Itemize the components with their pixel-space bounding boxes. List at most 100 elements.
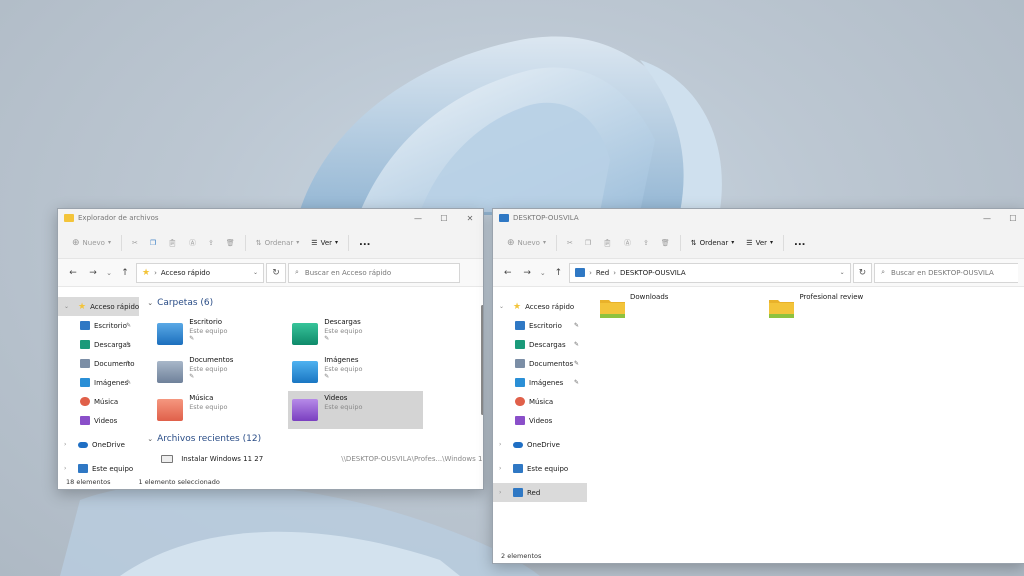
close-button[interactable]: ✕ [457,214,483,223]
paste-button[interactable]: 📋︎ [162,239,183,247]
pictures-icon [515,378,525,387]
new-button[interactable]: ⊕ Nuevo ▾ [66,238,117,248]
title-bar[interactable]: Explorador de archivos — ☐ ✕ [58,209,483,227]
share-button[interactable]: ⇪ [637,239,655,247]
rename-button[interactable]: Ⓐ [618,238,637,248]
group-header-recent-files[interactable]: ⌄ Archivos recientes (12) [147,431,483,447]
copy-button[interactable]: ❐ [144,239,162,247]
maximize-button[interactable]: ☐ [1000,214,1024,223]
sidebar-item-label: Videos [529,416,553,425]
address-bar[interactable]: › Red › DESKTOP-OUSVILA ⌄ [569,262,851,283]
cut-button[interactable]: ✂ [561,239,579,247]
chevron-down-icon[interactable]: ⌄ [253,269,258,276]
minimize-button[interactable]: — [405,214,431,223]
minimize-button[interactable]: — [974,214,1000,223]
chevron-down-icon[interactable]: ⌄ [147,435,153,443]
recent-locations-button[interactable]: ⌄ [104,269,114,277]
chevron-down-icon[interactable]: ⌄ [64,303,74,310]
back-button[interactable]: ← [499,268,516,278]
refresh-button[interactable]: ↻ [852,262,873,283]
sidebar-item-network[interactable]: › Red [493,483,587,502]
forward-button[interactable]: → [84,268,102,278]
sidebar-item-label: Acceso rápido [525,302,575,311]
folder-tile-desktop[interactable]: Escritorio Este equipo ✎ [153,315,288,353]
pin-icon: ✎ [189,335,195,342]
delete-button[interactable]: 🗑︎ [220,239,241,247]
chevron-right-icon[interactable]: › [64,465,74,472]
content-pane[interactable]: Downloads Profesional review [587,287,1024,549]
sidebar-item-desktop[interactable]: Escritorio ✎ [58,316,139,335]
sidebar-item-documents[interactable]: Documentos ✎ [493,354,587,373]
copy-button[interactable]: ❐ [579,239,597,247]
vertical-scrollbar[interactable] [480,305,483,415]
sidebar-item-label: Imágenes [94,378,129,387]
sort-button[interactable]: ⇅ Ordenar ▾ [685,239,741,247]
chevron-down-icon[interactable]: ⌄ [147,299,153,307]
refresh-button[interactable]: ↻ [266,262,286,283]
chevron-right-icon[interactable]: › [499,489,509,496]
up-button[interactable]: ↑ [550,268,567,278]
recent-locations-button[interactable]: ⌄ [538,269,548,277]
sidebar-item-quick-access[interactable]: ⌄ ★ Acceso rápido [58,297,140,316]
share-button[interactable]: ⇪ [202,239,220,247]
folder-tile-videos[interactable]: Videos Este equipo [288,391,424,429]
more-options-button[interactable]: ... [788,237,811,248]
selection-count: 1 elemento seleccionado [138,478,220,486]
sidebar-item-desktop[interactable]: Escritorio ✎ [493,316,587,335]
delete-button[interactable]: 🗑︎ [655,239,676,247]
sidebar-item-onedrive[interactable]: › OneDrive [493,435,587,454]
sidebar-item-documents[interactable]: Documento ✎ [58,354,139,373]
sidebar-item-pictures[interactable]: Imágenes ✎ [58,373,139,392]
search-icon: ⌕ [881,268,886,276]
folder-tile-documents[interactable]: Documentos Este equipo ✎ [153,353,288,391]
title-bar[interactable]: DESKTOP-OUSVILA — ☐ [493,209,1024,227]
cut-button[interactable]: ✂ [126,239,144,247]
sidebar-item-quick-access[interactable]: ⌄ ★ Acceso rápido [493,297,587,316]
sidebar-item-pictures[interactable]: Imágenes ✎ [493,373,587,392]
chevron-right-icon[interactable]: › [499,465,509,472]
sidebar-item-onedrive[interactable]: › OneDrive [58,435,139,454]
group-header-folders[interactable]: ⌄ Carpetas (6) [147,295,483,311]
back-button[interactable]: ← [64,268,82,278]
chevron-down-icon[interactable]: ⌄ [840,269,845,276]
breadcrumb-item[interactable]: Acceso rápido [161,269,210,277]
new-button[interactable]: ⊕ Nuevo ▾ [501,238,552,248]
file-explorer-window-network[interactable]: DESKTOP-OUSVILA — ☐ ⊕ Nuevo ▾ ✂ ❐ 📋︎ Ⓐ ⇪… [492,208,1024,564]
forward-button[interactable]: → [518,268,535,278]
folder-item-profesional-review[interactable]: Profesional review [768,293,863,320]
sidebar-item-videos[interactable]: Videos [493,411,587,430]
folder-item-downloads[interactable]: Downloads [599,293,668,320]
address-bar[interactable]: ★ › Acceso rápido ⌄ [136,262,264,283]
chevron-down-icon[interactable]: ⌄ [499,303,509,310]
sidebar-item-this-pc[interactable]: › Este equipo [493,459,587,478]
list-item[interactable]: Instalar Windows 11 27 \\DESKTOP-OUSVILA… [161,455,483,463]
breadcrumb-item[interactable]: Red [596,269,609,277]
search-input[interactable]: ⌕ Buscar en Acceso rápido [288,262,460,283]
item-count: 18 elementos [66,478,111,486]
sidebar-item-downloads[interactable]: Descargas ✎ [58,335,139,354]
sort-button[interactable]: ⇅ Ordenar ▾ [250,239,306,247]
up-button[interactable]: ↑ [116,268,134,278]
sidebar-item-music[interactable]: Música [493,392,587,411]
pin-icon: ✎ [573,360,579,367]
sidebar-item-videos[interactable]: Videos [58,411,139,430]
rename-button[interactable]: Ⓐ [183,238,202,248]
breadcrumb-item[interactable]: DESKTOP-OUSVILA [620,269,686,277]
file-explorer-window-quick-access[interactable]: Explorador de archivos — ☐ ✕ ⊕ Nuevo ▾ ✂… [57,208,484,490]
folder-tile-pictures[interactable]: Imágenes Este equipo ✎ [288,353,423,391]
search-input[interactable]: ⌕ Buscar en DESKTOP-OUSVILA [874,262,1018,283]
paste-button[interactable]: 📋︎ [597,239,618,247]
rename-icon: Ⓐ [189,238,197,247]
view-button[interactable]: ☰ Ver ▾ [305,239,344,247]
chevron-right-icon[interactable]: › [499,441,509,448]
maximize-button[interactable]: ☐ [431,214,457,223]
folder-tile-music[interactable]: Música Este equipo [153,391,288,429]
chevron-right-icon[interactable]: › [64,441,74,448]
sidebar-item-downloads[interactable]: Descargas ✎ [493,335,587,354]
sidebar-item-label: Descargas [94,340,131,349]
content-pane[interactable]: ⌄ Carpetas (6) Escritorio Este equipo ✎ … [139,287,483,475]
view-button[interactable]: ☰ Ver ▾ [740,239,779,247]
more-options-button[interactable]: ... [353,237,376,248]
folder-tile-downloads[interactable]: Descargas Este equipo ✎ [288,315,423,353]
sidebar-item-music[interactable]: Música [58,392,139,411]
